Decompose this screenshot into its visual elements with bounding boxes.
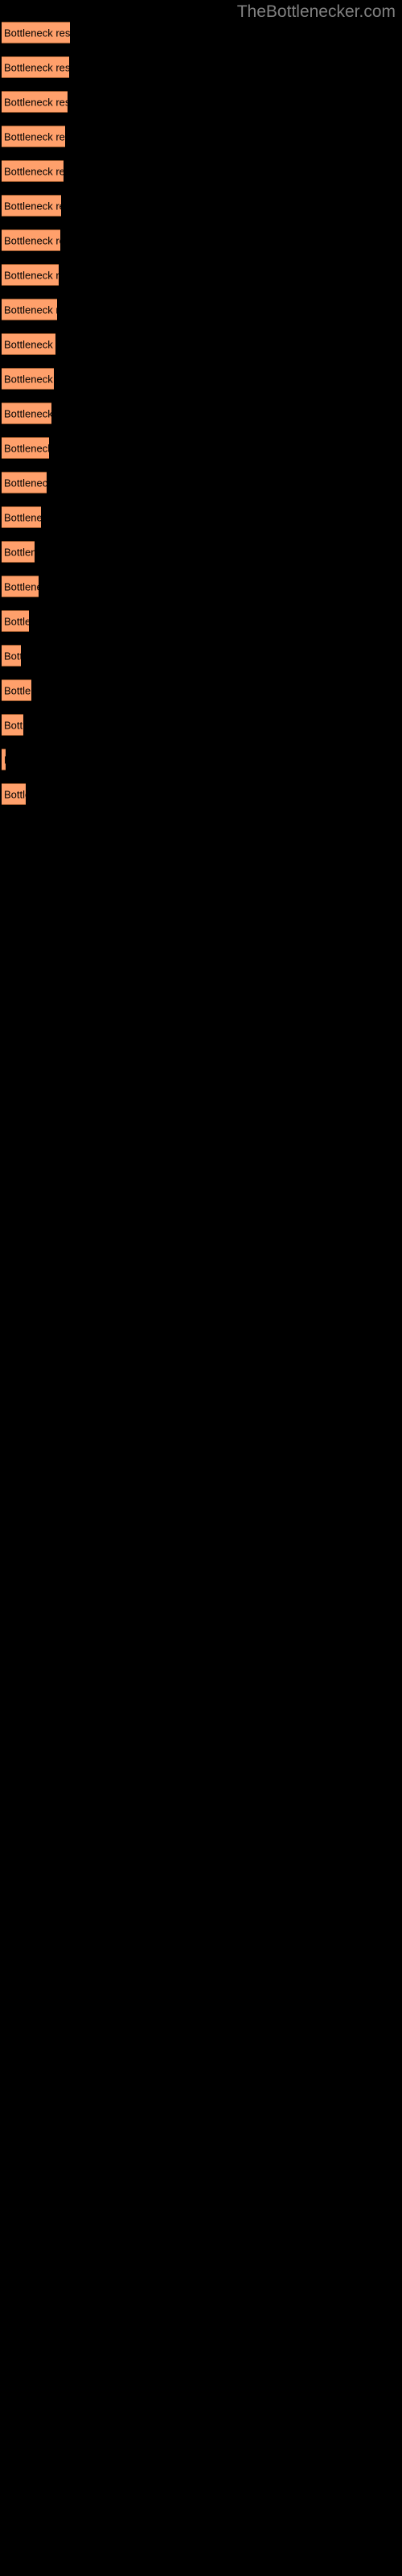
- bar-row: Bottleneck result: [0, 783, 402, 807]
- bar[interactable]: Bottleneck result: [2, 506, 41, 528]
- bar-row: Bottleneck result: [0, 229, 402, 253]
- bar-label: Bottleneck result: [4, 234, 60, 246]
- bar-label: Bottleneck result: [4, 511, 41, 523]
- bar-label: Bottleneck result: [4, 407, 51, 419]
- bar-row: Bottleneck result: [0, 472, 402, 495]
- bar[interactable]: Bottleneck result: [2, 402, 51, 424]
- bar-row: Bottleneck result: [0, 610, 402, 634]
- bar[interactable]: Bottleneck result: [2, 299, 57, 320]
- bar-label: Bottleneck result: [4, 96, 68, 108]
- bar-row: Bottleneck result: [0, 506, 402, 530]
- bar[interactable]: Bottleneck result: [2, 472, 47, 493]
- bar-label: Bottleneck result: [4, 303, 57, 316]
- bar[interactable]: Bottleneck result: [2, 333, 55, 355]
- bar[interactable]: Bottleneck result: [2, 195, 61, 217]
- bar[interactable]: Bottleneck result: [2, 783, 26, 805]
- bar-row: Bottleneck result: [0, 160, 402, 184]
- bar-row: Bottleneck result: [0, 299, 402, 322]
- bar-row: Bottleneck result: [0, 22, 402, 45]
- bar-label: Bottleneck result: [4, 546, 35, 558]
- bar-label: Bottleneck result: [4, 27, 70, 39]
- bar[interactable]: Bottleneck result: [2, 368, 54, 390]
- bar[interactable]: Bottleneck result: [2, 679, 31, 701]
- bar[interactable]: Bottleneck result: [2, 56, 69, 78]
- bar-row: Bottleneck result: [0, 333, 402, 357]
- bar[interactable]: Bottleneck result: [2, 437, 49, 459]
- bar-row: Bottleneck result: [0, 56, 402, 80]
- bar-row: Bottleneck result: [0, 437, 402, 460]
- bar[interactable]: Bottleneck result: [2, 714, 23, 736]
- bar-row: Bottleneck result: [0, 576, 402, 599]
- bar-row: Bottleneck result: [0, 679, 402, 703]
- bottleneck-bar-chart: Bottleneck result Bottleneck result Bottle…: [0, 0, 402, 2576]
- bar-row: Bottleneck result: [0, 368, 402, 391]
- bar[interactable]: Bottleneck result: [2, 160, 64, 182]
- bar-label: Bottleneck result: [4, 165, 64, 177]
- bar-label: Bottleneck result: [4, 269, 59, 281]
- page-root: TheBottlenecker.com Bottleneck resultBot…: [0, 0, 402, 2576]
- bar[interactable]: Bottleneck result: [2, 749, 6, 770]
- bar-row: Bottleneck result: [0, 264, 402, 287]
- bar-row: Bottleneck result: [0, 91, 402, 114]
- bar-label: Bottleneck result: [4, 650, 21, 662]
- bar[interactable]: Bottleneck result: [2, 541, 35, 563]
- bar-label: Bottleneck result: [4, 477, 47, 489]
- bar-row: Bottleneck result: [0, 714, 402, 737]
- bar-label: Bottleneck result: [4, 753, 6, 766]
- bar[interactable]: Bottleneck result: [2, 91, 68, 113]
- bar-row: Bottleneck result: [0, 402, 402, 426]
- bar-label: Bottleneck result: [4, 684, 31, 696]
- bar-label: Bottleneck result: [4, 200, 61, 212]
- bar-label: Bottleneck result: [4, 719, 23, 731]
- bar-row: Bottleneck result: [0, 645, 402, 668]
- bar[interactable]: Bottleneck result: [2, 22, 70, 43]
- bar-row: Bottleneck result: [0, 749, 402, 772]
- bar[interactable]: Bottleneck result: [2, 610, 29, 632]
- bar-row: Bottleneck result: [0, 126, 402, 149]
- bar-row: Bottleneck result: [0, 195, 402, 218]
- bar[interactable]: Bottleneck result: [2, 576, 39, 597]
- bar-row: Bottleneck result: [0, 541, 402, 564]
- bar-label: Bottleneck result: [4, 442, 49, 454]
- bar-label: Bottleneck result: [4, 130, 65, 142]
- bar-label: Bottleneck result: [4, 338, 55, 350]
- bar[interactable]: Bottleneck result: [2, 264, 59, 286]
- bar-label: Bottleneck result: [4, 61, 69, 73]
- bar-label: Bottleneck result: [4, 788, 26, 800]
- bar-label: Bottleneck result: [4, 580, 39, 592]
- bar-label: Bottleneck result: [4, 615, 29, 627]
- bar-label: Bottleneck result: [4, 373, 54, 385]
- bar[interactable]: Bottleneck result: [2, 645, 21, 667]
- bar[interactable]: Bottleneck result: [2, 229, 60, 251]
- bar[interactable]: Bottleneck result: [2, 126, 65, 147]
